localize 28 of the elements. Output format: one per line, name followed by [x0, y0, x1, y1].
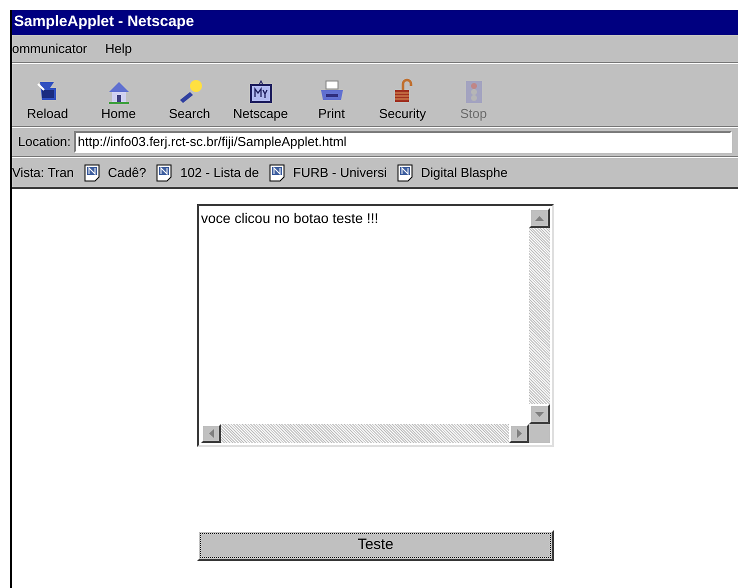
scrollbar-corner: [529, 424, 550, 443]
bookmark-link[interactable]: Vista: Tran: [12, 162, 74, 182]
toolbar-button[interactable]: Netscape: [225, 78, 296, 122]
toolbar-button[interactable]: Home: [83, 78, 154, 122]
horizontal-scrollbar[interactable]: [201, 424, 529, 443]
down-arrow-icon: [535, 412, 544, 416]
menu-item[interactable]: Help: [105, 38, 132, 58]
scroll-right-button[interactable]: [509, 424, 529, 443]
scroll-up-button[interactable]: [529, 208, 550, 228]
bookmark-link[interactable]: Cadê?: [108, 162, 146, 182]
toolbar-button[interactable]: Security: [367, 78, 438, 122]
toolbar-button[interactable]: Reload: [12, 78, 83, 122]
location-field[interactable]: http://info03.ferj.rct-sc.br/fiji/SampleApplet.html: [74, 131, 732, 153]
toolbar-button[interactable]: Search: [154, 78, 225, 122]
bookmark-link[interactable]: FURB - Universi: [293, 162, 387, 182]
title-bar: SampleApplet - Netscape: [12, 10, 738, 35]
bookmark-link[interactable]: Digital Blasphe: [420, 162, 508, 182]
teste-button[interactable]: Teste: [197, 530, 554, 561]
vertical-scrollbar[interactable]: [529, 208, 550, 424]
menu-item[interactable]: ommunicator: [12, 38, 88, 58]
up-arrow-icon: [535, 216, 544, 220]
toolbar-button[interactable]: Print: [296, 78, 367, 122]
right-arrow-icon: [516, 429, 522, 438]
location-label: Location:: [18, 133, 71, 152]
left-arrow-icon: [208, 429, 214, 438]
scroll-down-button[interactable]: [529, 404, 550, 424]
bookmark-link[interactable]: 102 - Lista de: [180, 162, 259, 182]
scroll-left-button[interactable]: [201, 424, 221, 443]
